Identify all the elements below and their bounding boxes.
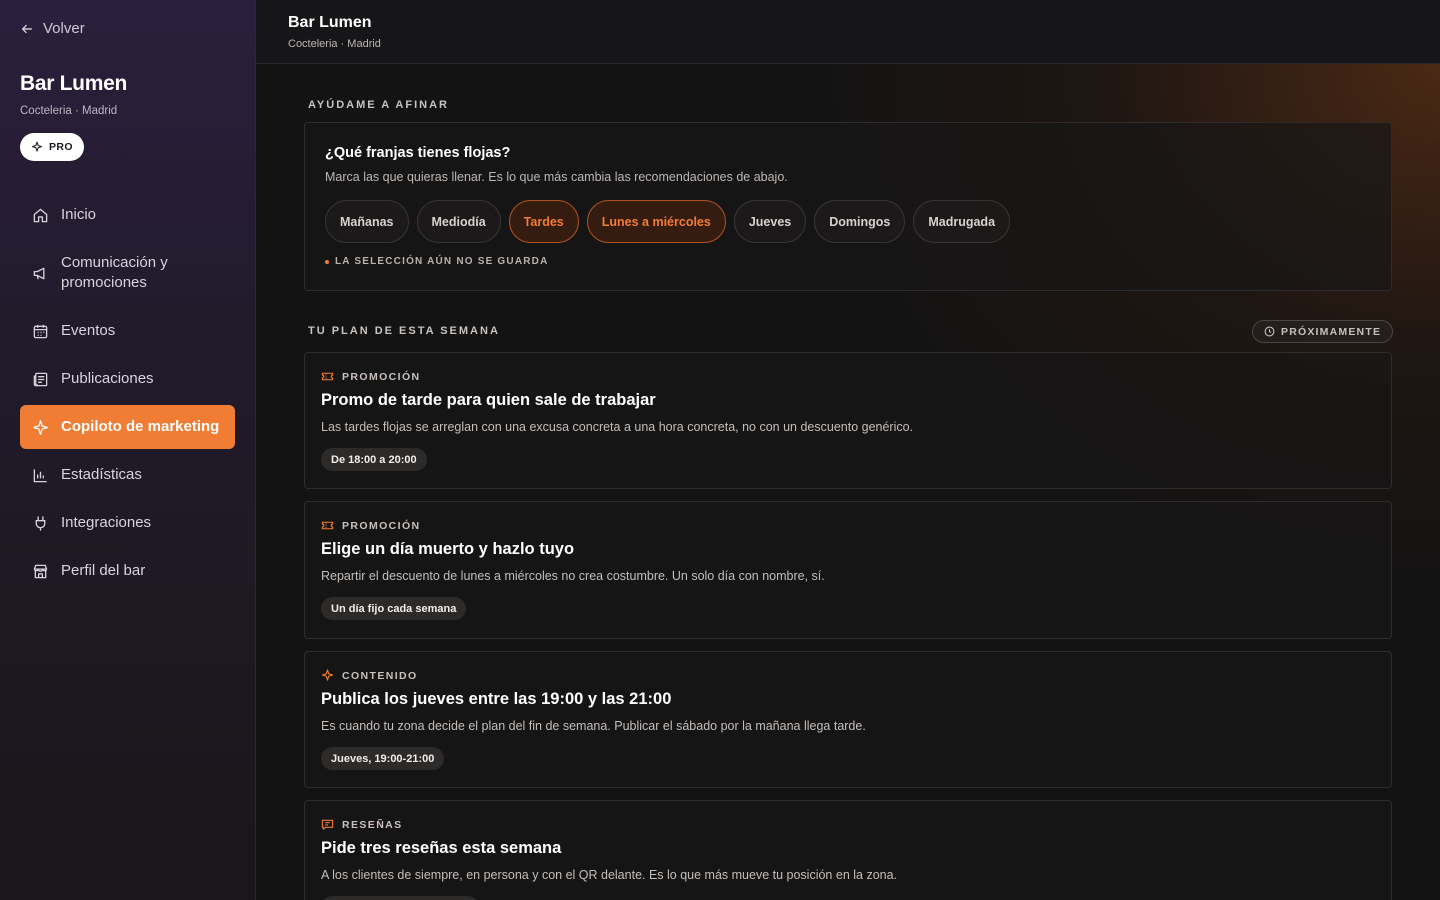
plan-section-label: TU PLAN DE ESTA SEMANA [308, 325, 500, 337]
plan-category-label: PROMOCIÓN [342, 370, 421, 383]
plan-category-label: CONTENIDO [342, 669, 418, 682]
chip-mananas[interactable]: Mañanas [325, 200, 409, 243]
plan-title: Promo de tarde para quien sale de trabaj… [321, 391, 656, 409]
sidebar-item-label: Integraciones [61, 514, 152, 531]
plan-card[interactable]: CONTENIDO Publica los jueves entre las 1… [304, 651, 1392, 788]
plan-title: Publica los jueves entre las 19:00 y las… [321, 690, 672, 708]
chip-mediodia[interactable]: Mediodía [416, 200, 501, 243]
page-title: Bar Lumen [288, 14, 372, 31]
plan-card[interactable]: PROMOCIÓN Elige un día muerto y hazlo tu… [304, 501, 1392, 639]
plan-card[interactable]: PROMOCIÓN Promo de tarde para quien sale… [304, 352, 1392, 489]
plan-title: Elige un día muerto y hazlo tuyo [321, 540, 575, 558]
chip-tardes[interactable]: Tardes [508, 200, 579, 243]
slot-chips: Mañanas Mediodía Tardes Lunes a miércole… [325, 200, 1011, 243]
sidebar-item-eventos[interactable]: Eventos [20, 315, 235, 347]
sidebar-item-label: Estadísticas [61, 466, 142, 483]
sidebar-item-label: Inicio [61, 206, 97, 223]
notice-dot [325, 259, 329, 264]
plan-category-label: PROMOCIÓN [342, 519, 421, 532]
plan-tag [321, 896, 479, 900]
sidebar-item-estadisticas[interactable]: Estadísticas [20, 459, 235, 491]
arrow-left-icon [21, 24, 33, 33]
sidebar-item-inicio[interactable]: Inicio [20, 199, 235, 231]
plan-description: A los clientes de siempre, en persona y … [321, 868, 898, 882]
page-subtitle: Cocteleria · Madrid [288, 38, 381, 50]
back-label: Volver [43, 20, 85, 37]
clock-icon [1264, 326, 1275, 337]
chip-madrugada[interactable]: Madrugada [913, 200, 1011, 243]
bar-name: Bar Lumen [20, 72, 127, 95]
sidebar-item-label: Comunicación y promociones [61, 254, 168, 291]
sparkle-icon [31, 141, 43, 152]
bar-subtitle: Cocteleria · Madrid [20, 105, 118, 117]
back-button[interactable]: Volver [20, 20, 85, 37]
plan-tag: Jueves, 19:00-21:00 [321, 747, 445, 770]
plan-title: Pide tres reseñas esta semana [321, 839, 562, 857]
store-icon [32, 563, 49, 580]
message-icon [321, 819, 334, 830]
tune-section-label: AYÚDAME A AFINAR [308, 99, 449, 111]
notice-text: LA SELECCIÓN AÚN NO SE GUARDA [335, 256, 549, 267]
main-content: AYÚDAME A AFINAR ¿Qué franjas tienes flo… [256, 64, 1440, 900]
megaphone-icon [32, 265, 49, 282]
ticket-icon [321, 372, 334, 381]
plan-description: Es cuando tu zona decide el plan del fin… [321, 719, 866, 733]
sidebar-item-perfil[interactable]: Perfil del bar [20, 555, 235, 587]
chip-lunes-a-miercoles[interactable]: Lunes a miércoles [586, 200, 726, 243]
coming-soon-label: PRÓXIMAMENTE [1281, 325, 1382, 338]
plan-category: PROMOCIÓN [321, 370, 421, 383]
chip-domingos[interactable]: Domingos [814, 200, 906, 243]
pro-badge-label: PRO [49, 141, 73, 153]
tune-card: ¿Qué franjas tienes flojas? Marca las qu… [304, 122, 1392, 291]
sidebar-item-copiloto[interactable]: Copiloto de marketing [20, 405, 235, 449]
sidebar-item-label: Copiloto de marketing [61, 418, 220, 435]
tune-question: ¿Qué franjas tienes flojas? [325, 145, 511, 161]
newspaper-icon [32, 371, 49, 388]
sparkle-icon [32, 419, 49, 436]
bar-chart-icon [32, 467, 49, 484]
sidebar: Volver Bar Lumen Cocteleria · Madrid PRO… [0, 0, 256, 900]
sidebar-item-comunicacion[interactable]: Comunicación y promociones [20, 252, 235, 294]
tune-description: Marca las que quieras llenar. Es lo que … [325, 170, 788, 184]
sidebar-item-label: Perfil del bar [61, 562, 146, 579]
plan-category: RESEÑAS [321, 818, 403, 831]
sidebar-item-publicaciones[interactable]: Publicaciones [20, 363, 235, 395]
coming-soon-badge: PRÓXIMAMENTE [1252, 320, 1394, 343]
sidebar-item-label: Eventos [61, 322, 116, 339]
sidebar-item-label: Publicaciones [61, 370, 154, 387]
plug-icon [32, 515, 49, 532]
plan-category: PROMOCIÓN [321, 519, 421, 532]
plan-description: Las tardes flojas se arreglan con una ex… [321, 420, 914, 434]
plan-category-label: RESEÑAS [342, 818, 403, 831]
sidebar-item-integraciones[interactable]: Integraciones [20, 507, 235, 539]
home-icon [32, 207, 49, 224]
plan-tag: De 18:00 a 20:00 [321, 448, 427, 471]
pro-badge: PRO [20, 133, 84, 161]
top-bar: Bar Lumen Cocteleria · Madrid [256, 0, 1440, 64]
ticket-icon [321, 521, 334, 530]
plan-category: CONTENIDO [321, 669, 418, 682]
plan-tag: Un día fijo cada semana [321, 597, 467, 620]
sparkle-icon [321, 669, 334, 681]
plan-description: Repartir el descuento de lunes a miércol… [321, 569, 825, 583]
plan-card[interactable]: RESEÑAS Pide tres reseñas esta semana A … [304, 800, 1392, 900]
chip-jueves[interactable]: Jueves [733, 200, 807, 243]
calendar-icon [32, 323, 49, 340]
unsaved-notice: LA SELECCIÓN AÚN NO SE GUARDA [325, 256, 549, 267]
